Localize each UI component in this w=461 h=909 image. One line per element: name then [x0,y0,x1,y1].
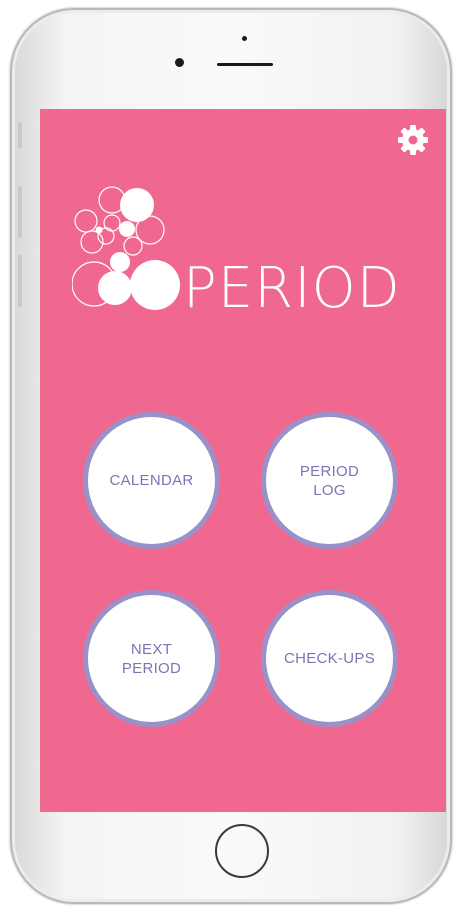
app-logo-text: PERIOD [183,256,401,321]
gear-icon[interactable] [395,122,431,158]
calendar-label: CALENDAR [109,472,194,489]
proximity-sensor [242,36,247,41]
home-button[interactable] [215,824,269,878]
front-camera [175,58,184,67]
check-ups-button[interactable]: CHECK-UPS [261,590,398,727]
app-screen: PERIOD CALENDAR PERIOD LOG NEXT PERIOD C… [40,109,446,812]
next-period-label: NEXT PERIOD [121,640,182,677]
volume-up-button [18,186,22,238]
next-period-button[interactable]: NEXT PERIOD [83,590,220,727]
calendar-button[interactable]: CALENDAR [83,412,220,549]
mute-switch [18,122,22,148]
earpiece-speaker [217,63,273,66]
volume-down-button [18,255,22,307]
period-log-label: PERIOD LOG [299,462,360,499]
check-ups-label: CHECK-UPS [283,650,376,667]
period-log-button[interactable]: PERIOD LOG [261,412,398,549]
